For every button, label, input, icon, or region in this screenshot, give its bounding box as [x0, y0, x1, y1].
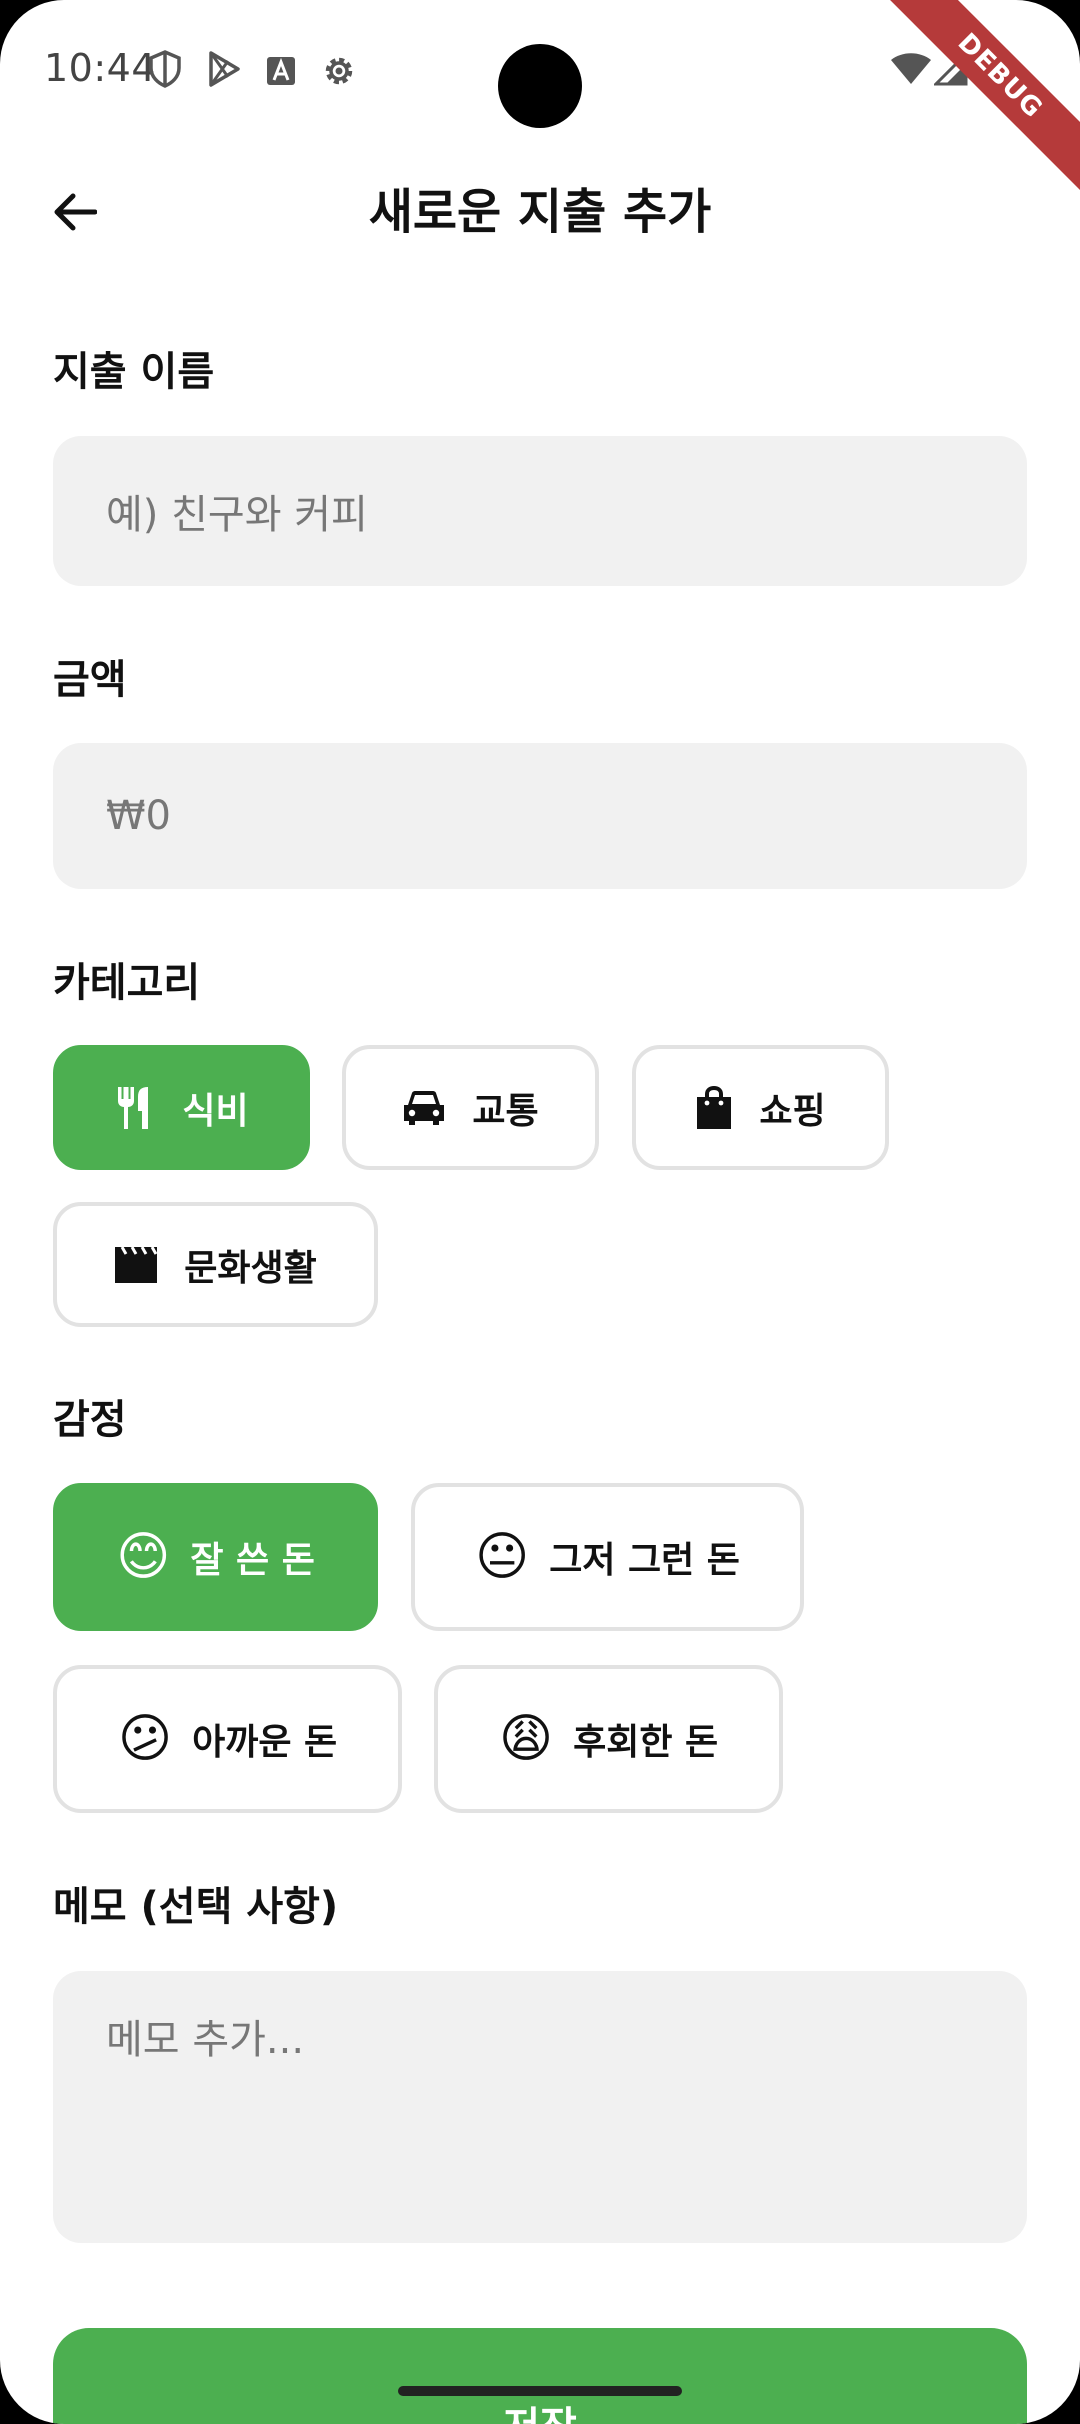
expense-name-input[interactable]: 예) 친구와 커피	[53, 436, 1027, 586]
memo-placeholder: 메모 추가...	[106, 2017, 305, 2063]
fork-knife-icon	[114, 1085, 156, 1131]
save-button-label: 저장	[503, 2404, 577, 2424]
play-store-icon	[206, 50, 242, 92]
category-chip-shopping[interactable]: 쇼핑	[632, 1045, 889, 1170]
emotion-label-wasteful: 아까운 돈	[192, 1722, 338, 1763]
status-time: 10:44	[44, 46, 157, 90]
memo-label: 메모 (선택 사항)	[53, 1884, 339, 1930]
car-icon	[402, 1089, 446, 1127]
category-label-shopping: 쇼핑	[759, 1090, 826, 1132]
emotion-chip-regretted[interactable]: 😩 후회한 돈	[434, 1665, 783, 1813]
font-a-icon	[266, 56, 296, 90]
debug-banner: DEBUG	[876, 0, 1080, 200]
memo-input[interactable]: 메모 추가...	[53, 1971, 1027, 2243]
amount-placeholder: ₩0	[106, 793, 171, 839]
page-title: 새로운 지출 추가	[368, 184, 712, 240]
emotion-chip-so-so[interactable]: 😐 그저 그런 돈	[411, 1483, 804, 1631]
expense-name-placeholder: 예) 친구와 커피	[106, 492, 368, 538]
emotion-emoji-regretted: 😩	[498, 1709, 554, 1769]
emotion-chip-wasteful[interactable]: 😕 아까운 돈	[53, 1665, 402, 1813]
emotion-label: 감정	[53, 1397, 127, 1443]
shield-icon	[148, 50, 182, 92]
movie-clapper-icon	[114, 1245, 158, 1284]
category-chip-food[interactable]: 식비	[53, 1045, 310, 1170]
emotion-label-regretted: 후회한 돈	[573, 1722, 719, 1763]
expense-name-label: 지출 이름	[53, 349, 215, 395]
category-chip-transport[interactable]: 교통	[342, 1045, 599, 1170]
emotion-emoji-wasteful: 😕	[117, 1709, 173, 1769]
category-chip-culture[interactable]: 문화생활	[53, 1202, 378, 1327]
app-screen: 10:44 DEBUG 새로운 지출 추가 지출 이름 예) 친구와 커피 금액…	[0, 0, 1080, 2424]
category-label-transport: 교통	[472, 1090, 539, 1132]
emotion-chip-well-spent[interactable]: 😊 잘 쓴 돈	[53, 1483, 378, 1631]
emotion-label-well-spent: 잘 쓴 돈	[190, 1540, 315, 1581]
settings-gear-icon	[320, 52, 358, 94]
shopping-bag-icon	[695, 1085, 733, 1131]
emotion-emoji-well-spent: 😊	[116, 1527, 171, 1587]
save-button[interactable]: 저장	[53, 2328, 1027, 2424]
category-label: 카테고리	[53, 960, 201, 1006]
home-indicator[interactable]	[398, 2386, 682, 2396]
amount-label: 금액	[53, 657, 127, 703]
status-bar: 10:44 DEBUG	[0, 0, 1080, 200]
amount-input[interactable]: ₩0	[53, 743, 1027, 889]
wifi-icon	[890, 52, 932, 90]
category-label-culture: 문화생활	[184, 1247, 317, 1289]
emotion-emoji-so-so: 😐	[475, 1527, 530, 1587]
emotion-label-so-so: 그저 그런 돈	[549, 1540, 740, 1581]
front-camera-cutout	[498, 44, 582, 128]
category-label-food: 식비	[182, 1090, 249, 1132]
